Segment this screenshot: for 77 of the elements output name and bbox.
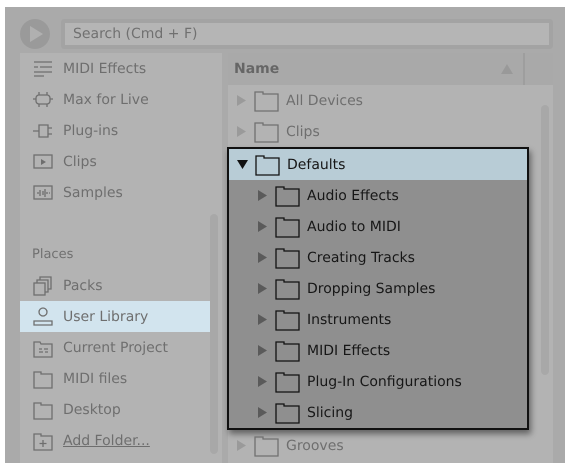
folder-icon	[254, 434, 279, 456]
sidebar-label: Max for Live	[63, 92, 149, 108]
folder-row[interactable]: Clips	[228, 116, 529, 147]
column-title: Name	[234, 61, 280, 77]
folder-row[interactable]: Audio to MIDI	[229, 211, 527, 242]
sidebar-item[interactable]: MIDI Effects	[20, 53, 222, 84]
sidebar-item[interactable]: Samples	[20, 177, 222, 208]
sidebar-label: Clips	[63, 154, 97, 170]
caret-right-icon[interactable]	[236, 440, 247, 451]
search-field[interactable]: Search (Cmd + F)	[61, 19, 553, 49]
folder-icon	[275, 246, 300, 268]
folder-name: Audio Effects	[307, 188, 399, 204]
sidebar-label: MIDI Effects	[63, 60, 146, 76]
user-icon	[32, 306, 54, 328]
folder-name: Clips	[286, 124, 320, 140]
folder-name: All Devices	[286, 92, 363, 108]
caret-right-icon[interactable]	[257, 345, 268, 356]
folder-name: Creating Tracks	[307, 250, 415, 266]
section-heading: Places	[31, 246, 74, 264]
sidebar-label: Samples	[63, 184, 123, 200]
folder-icon	[254, 90, 279, 112]
caret-right-icon[interactable]	[257, 376, 268, 387]
caret-right-icon[interactable]	[257, 283, 268, 294]
sidebar-label: User Library	[63, 308, 148, 324]
folder-icon	[275, 184, 300, 206]
folder-icon	[275, 370, 300, 392]
caret-right-icon[interactable]	[236, 126, 247, 137]
folder-row[interactable]: Audio Effects	[229, 180, 527, 211]
folder-icon	[275, 216, 300, 238]
folder-row[interactable]: Dropping Samples	[229, 273, 527, 304]
folder-icon	[254, 120, 279, 142]
folder-row[interactable]: Defaults	[229, 149, 527, 180]
sidebar-item[interactable]: Clips	[20, 146, 222, 177]
stacked-squares-icon	[32, 274, 54, 296]
folder-row[interactable]: Plug-In Configurations	[229, 366, 527, 397]
folder-row[interactable]: Slicing	[229, 397, 527, 428]
folder-row[interactable]: Instruments	[229, 304, 527, 335]
folder-icon	[275, 340, 300, 362]
folder-icon	[275, 308, 300, 330]
sidebar-item[interactable]: Current Project	[20, 332, 222, 363]
sidebar-label: Current Project	[63, 340, 168, 356]
column-header[interactable]: Name	[228, 53, 553, 85]
caret-right-icon[interactable]	[257, 407, 268, 418]
caret-right-icon[interactable]	[236, 95, 247, 106]
folder-row[interactable]: Grooves	[228, 430, 529, 461]
sidebar-label: Packs	[63, 278, 102, 294]
sidebar-item[interactable]: Plug-ins	[20, 115, 222, 146]
folder-name: Plug-In Configurations	[307, 374, 462, 390]
sidebar-label: Plug-ins	[63, 122, 118, 138]
sidebar-label: Desktop	[63, 402, 121, 418]
caret-right-icon[interactable]	[257, 252, 268, 263]
folder-name: Instruments	[307, 312, 392, 328]
folder-row[interactable]: All Devices	[228, 85, 529, 116]
caret-down-icon[interactable]	[237, 159, 248, 170]
sidebar-label: MIDI files	[63, 370, 128, 386]
folder-row[interactable]: Creating Tracks	[229, 242, 527, 273]
scrollbar[interactable]	[210, 214, 218, 454]
folder-name: Audio to MIDI	[307, 218, 401, 234]
sidebar-item[interactable]: Max for Live	[20, 84, 222, 115]
folder-icon	[275, 278, 300, 300]
folder-icon	[255, 154, 280, 176]
add-folder-link[interactable]: Add Folder...	[20, 425, 222, 456]
folder-icon	[275, 402, 300, 424]
folder-name: Slicing	[307, 404, 354, 420]
caret-right-icon[interactable]	[257, 190, 268, 201]
folder-name: Dropping Samples	[307, 280, 436, 296]
sidebar-item[interactable]: Desktop	[20, 394, 222, 425]
sidebar-label: Add Folder...	[63, 432, 150, 448]
folder-name: MIDI Effects	[307, 342, 390, 358]
sidebar-item[interactable]: MIDI files	[20, 363, 222, 394]
caret-right-icon[interactable]	[257, 314, 268, 325]
sidebar-item[interactable]: User Library	[20, 301, 212, 332]
folder-row[interactable]: MIDI Effects	[229, 335, 527, 366]
folder-name: Grooves	[286, 438, 344, 454]
sidebar-item[interactable]: Packs	[20, 270, 222, 301]
folder-name: Defaults	[287, 156, 346, 172]
caret-right-icon[interactable]	[257, 221, 268, 232]
